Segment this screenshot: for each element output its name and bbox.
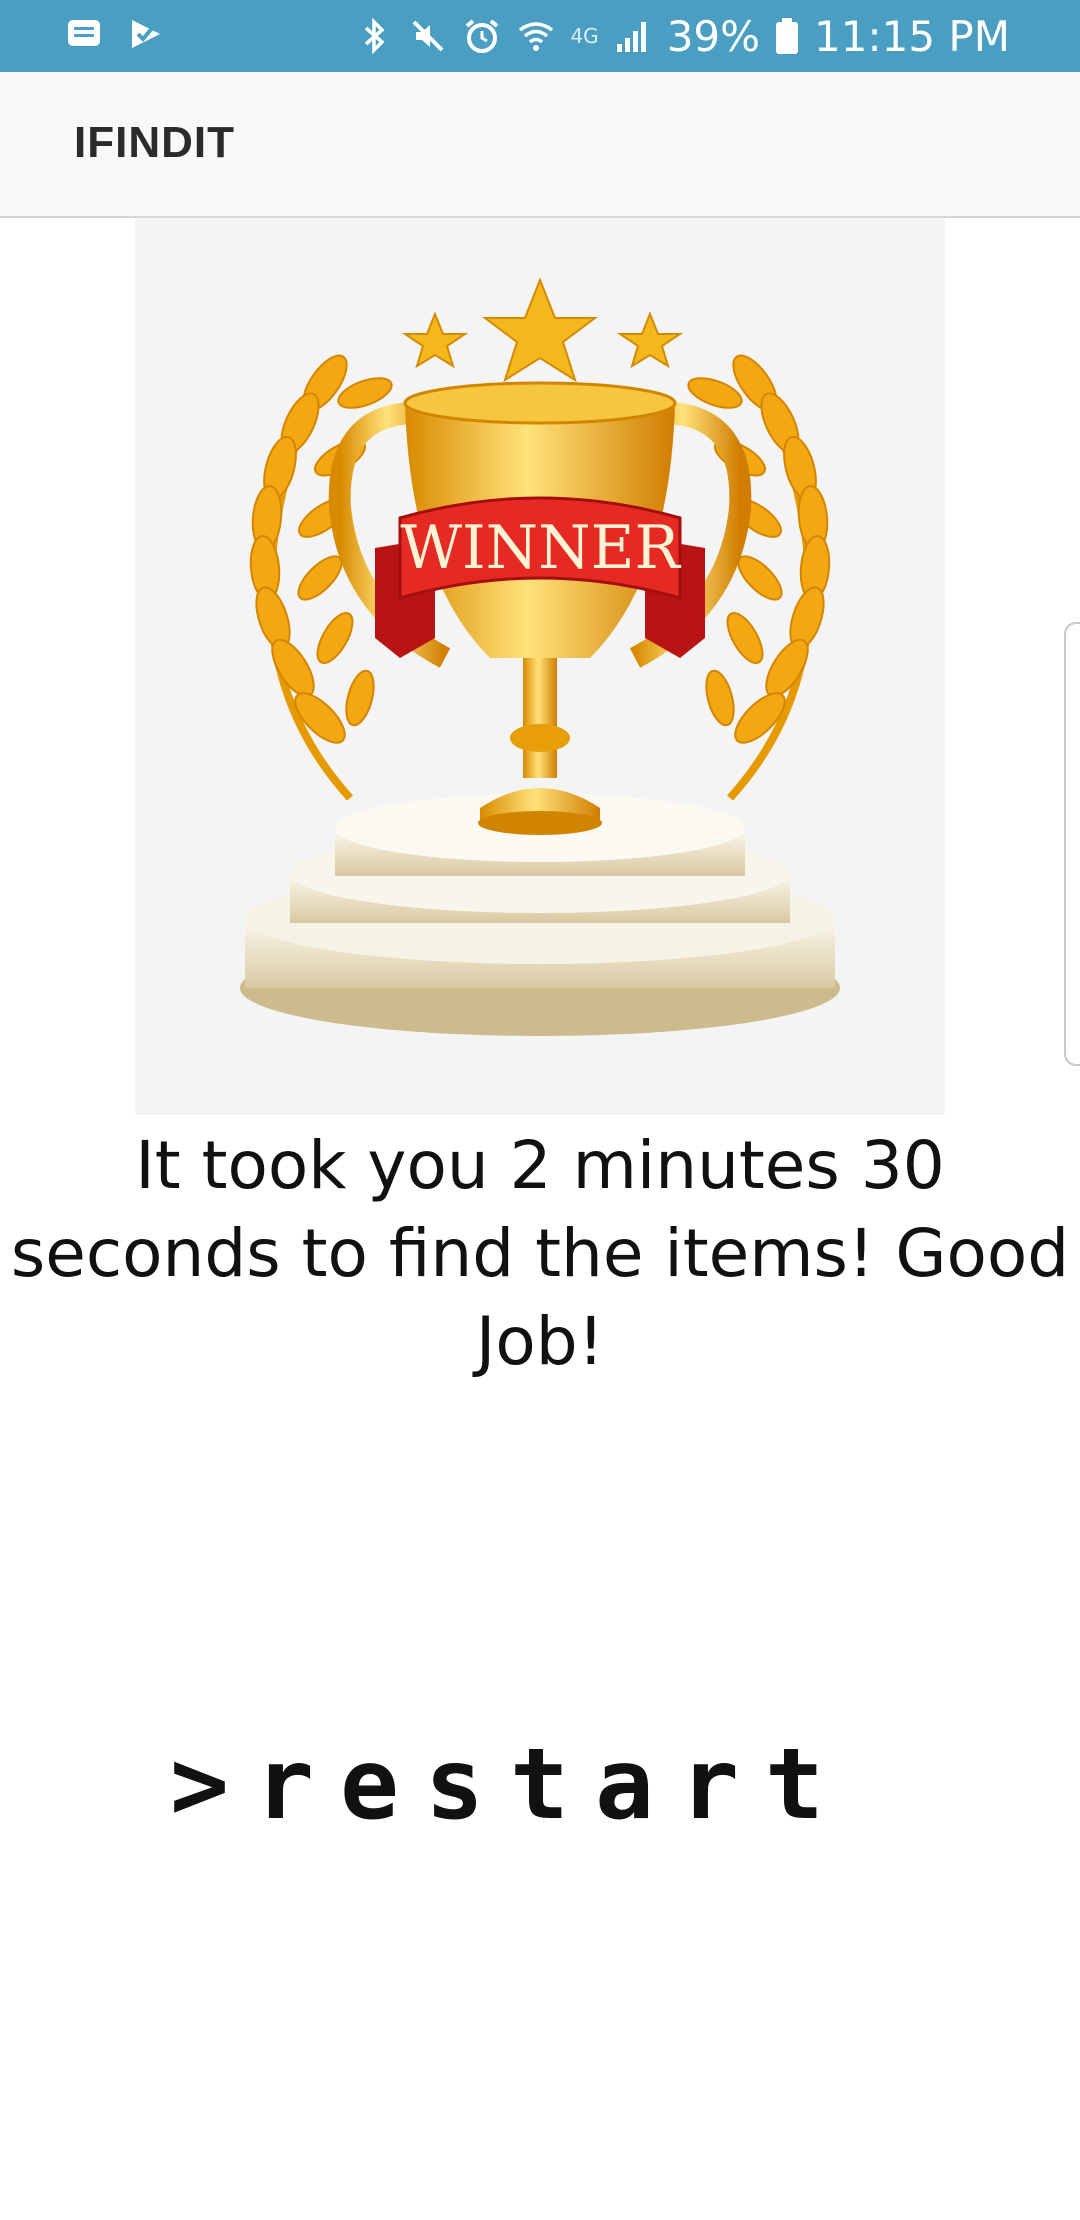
battery-icon [774, 16, 800, 56]
edge-panel-handle[interactable] [1064, 622, 1080, 1066]
bluetooth-icon [354, 16, 394, 56]
battery-percentage: 39% [666, 11, 761, 61]
network-type-label: 4G [570, 24, 599, 48]
wifi-icon [516, 16, 556, 56]
alarm-icon [462, 16, 502, 56]
clock-time: 11:15 PM [814, 11, 1010, 61]
svg-text:WINNER: WINNER [400, 513, 681, 583]
signal-strength-icon [613, 16, 653, 56]
completion-message: It took you 2 minutes 30 seconds to find… [10, 1127, 1070, 1380]
restart-button[interactable]: >restart [170, 1728, 910, 1842]
app-title: IFINDIT [74, 118, 235, 167]
star-icon [401, 277, 684, 383]
app-bar: IFINDIT [0, 72, 1080, 218]
status-bar: 4G 39% 11:15 PM [0, 0, 1080, 72]
mute-icon [408, 16, 448, 56]
winner-trophy-image: WINNER [135, 218, 945, 1115]
message-notification-icon [64, 14, 104, 54]
task-check-icon [126, 14, 166, 54]
